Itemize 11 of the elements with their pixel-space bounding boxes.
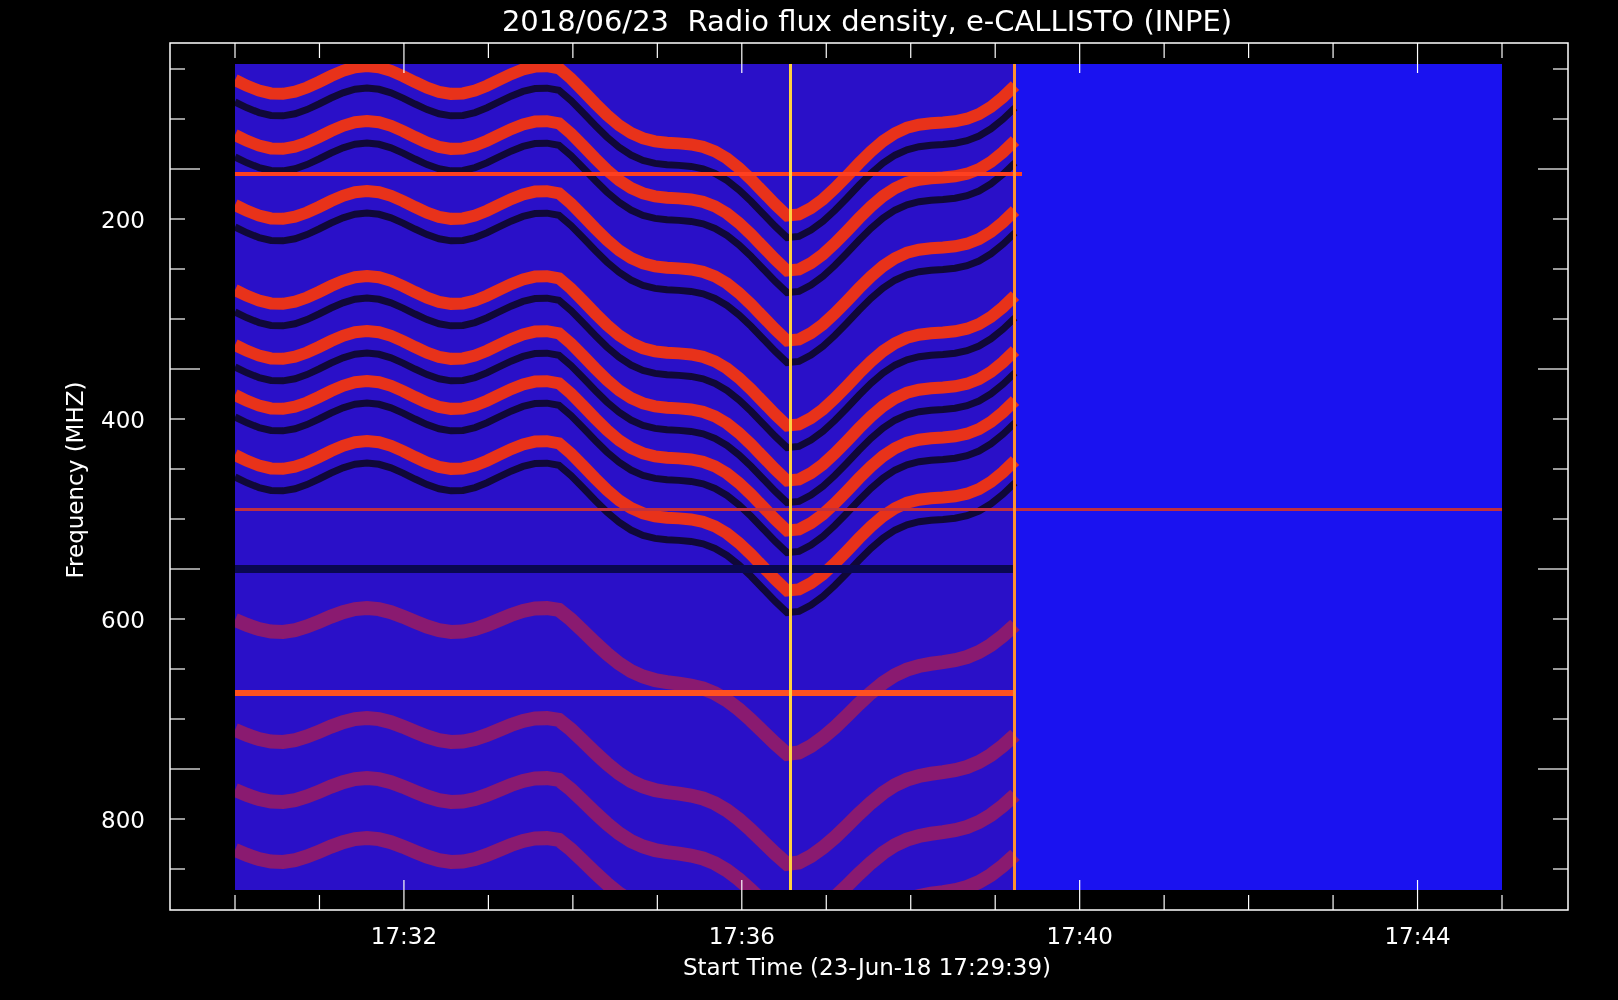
y-tick-label: 400 [101, 407, 145, 433]
y-tick-label: 200 [101, 207, 145, 233]
x-tick-label: 17:40 [1046, 923, 1113, 949]
x-tick-label: 17:44 [1384, 923, 1451, 949]
y-axis-label: Frequency (MHZ) [62, 381, 88, 579]
x-tick-label: 17:36 [708, 923, 775, 949]
chart-title: 2018/06/23 Radio flux density, e-CALLISTO (INPE) [501, 4, 1233, 38]
x-axis-label: Start Time (23-Jun-18 17:29:39) [683, 954, 1051, 980]
y-tick-label: 600 [101, 607, 145, 633]
y-tick-label: 800 [101, 807, 145, 833]
x-tick-label: 17:32 [370, 923, 438, 949]
